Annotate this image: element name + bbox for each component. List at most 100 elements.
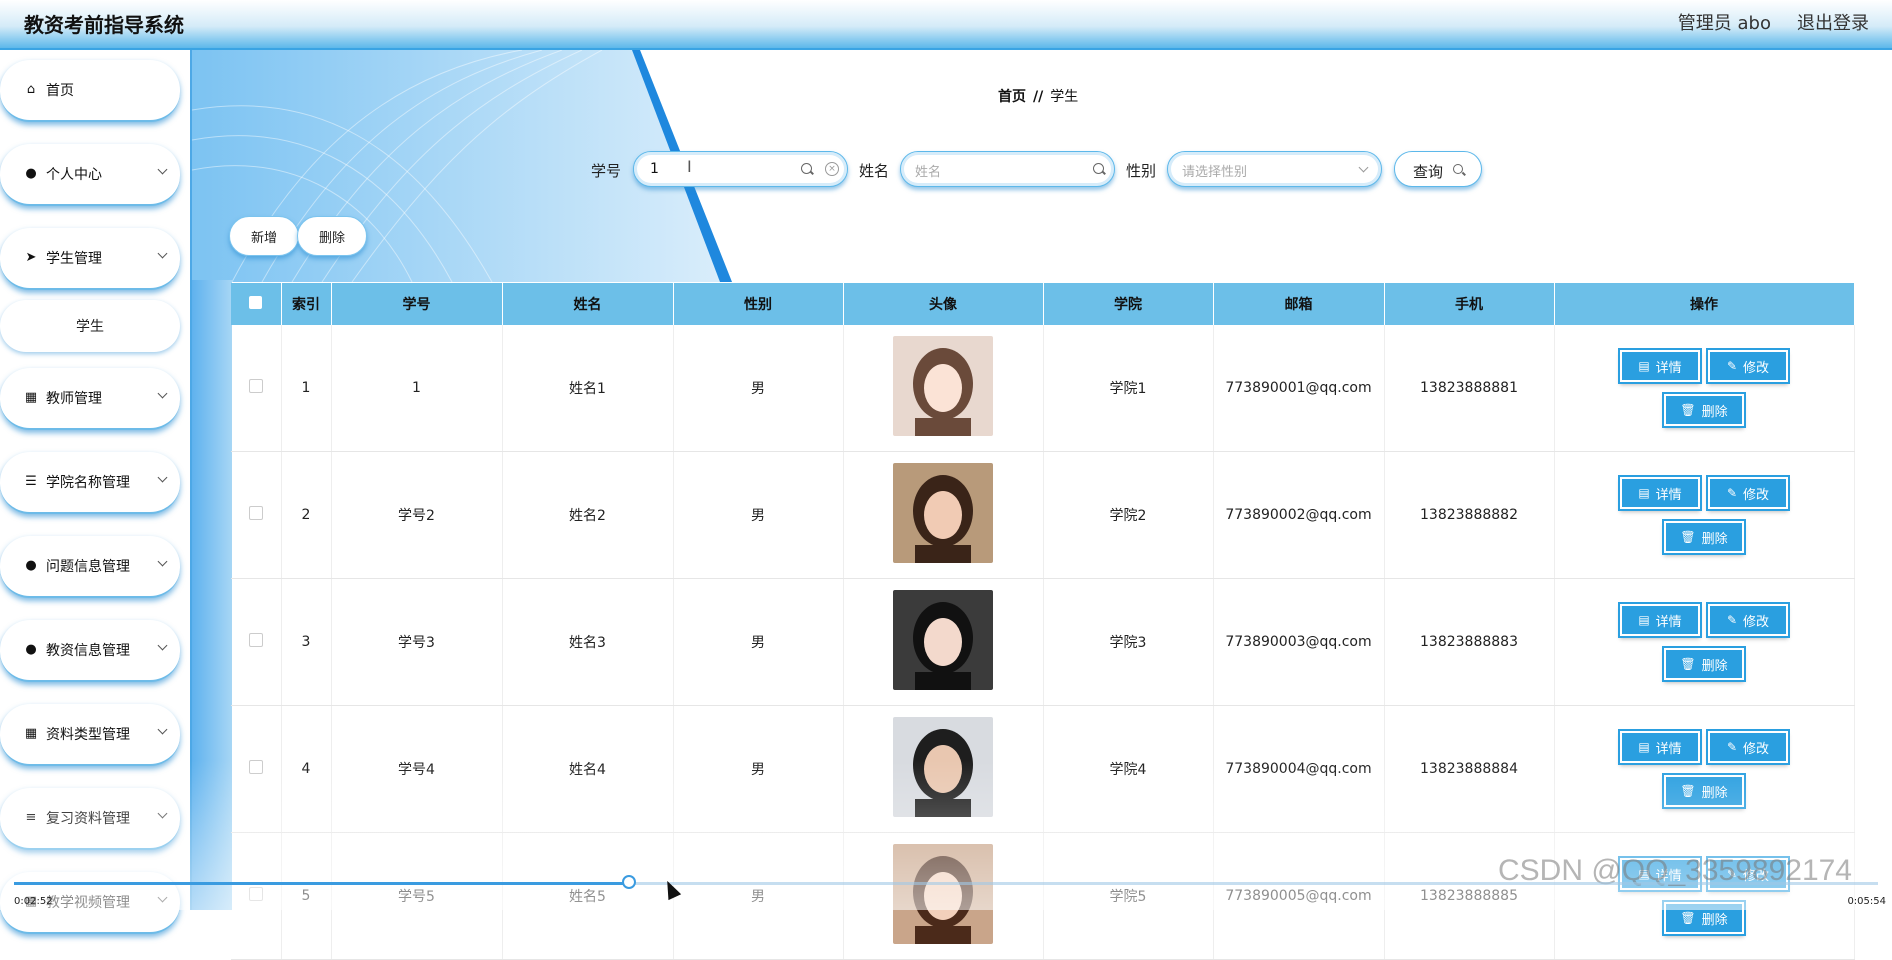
phone-cell: 13823888881 <box>1384 325 1555 452</box>
chevron-down-icon <box>157 472 168 483</box>
search-icon <box>1453 164 1463 174</box>
table-row: 5 学号5 姓名5 男学院5 773890005@qq.com 13823888885 ▤ 详… <box>231 832 1855 960</box>
app-title: 教资考前指导系统 <box>24 13 184 37</box>
edit-button-label: 修改 <box>1743 741 1770 757</box>
select-all-cell[interactable] <box>231 283 282 325</box>
name-cell: 姓名1 <box>502 325 674 452</box>
add-button[interactable]: 新增 <box>229 216 299 256</box>
sidebar-item-colleges[interactable]: ☰ 学院名称管理 <box>0 452 180 514</box>
row-select-cell[interactable] <box>231 325 282 452</box>
home-icon: ⌂ <box>26 82 36 97</box>
trash-icon: 🗑 <box>1680 911 1696 925</box>
email-cell: 773890003@qq.com <box>1213 578 1385 706</box>
chevron-down-icon <box>157 164 168 175</box>
breadcrumb-home[interactable]: 首页 <box>998 89 1026 105</box>
delete-button[interactable]: 🗑 删除 <box>1664 902 1744 934</box>
sidebar-item-cert-info[interactable]: ● 教资信息管理 <box>0 620 180 682</box>
sidebar-item-review-materials[interactable]: ≡ 复习资料管理 <box>0 788 180 850</box>
college-cell: 学院5 <box>1043 832 1214 960</box>
avatar <box>893 336 993 436</box>
trash-icon: 🗑 <box>1680 784 1696 798</box>
avatar-cell <box>843 578 1044 706</box>
edit-button[interactable]: ✎ 修改 <box>1708 731 1788 763</box>
edit-icon: ✎ <box>1726 359 1738 373</box>
column-header: 手机 <box>1384 283 1555 325</box>
email-cell: 773890005@qq.com <box>1213 832 1385 960</box>
detail-button[interactable]: ▤ 详情 <box>1620 477 1700 509</box>
detail-button[interactable]: ▤ 详情 <box>1620 604 1700 636</box>
sidebar-item-material-types[interactable]: ▦ 资料类型管理 <box>0 704 180 766</box>
college-cell: 学院3 <box>1043 578 1214 706</box>
edit-button[interactable]: ✎ 修改 <box>1708 477 1788 509</box>
delete-button[interactable]: 🗑 删除 <box>1664 775 1744 807</box>
trash-icon: 🗑 <box>1680 530 1696 544</box>
sidebar-item-profile[interactable]: ● 个人中心 <box>0 144 180 206</box>
sidebar-item-questions[interactable]: ● 问题信息管理 <box>0 536 180 598</box>
select-all-checkbox[interactable] <box>249 295 263 309</box>
phone-cell: 13823888883 <box>1384 578 1555 706</box>
video-progress-fill <box>14 882 629 885</box>
student-id-input[interactable]: 1 × <box>633 151 848 187</box>
delete-button-label: 删除 <box>1701 404 1728 420</box>
query-button[interactable]: 查询 <box>1394 151 1482 187</box>
sidebar-item-teachers[interactable]: ▦ 教师管理 <box>0 368 180 430</box>
gender-cell: 男 <box>673 451 844 579</box>
chevron-down-icon <box>157 388 168 399</box>
edit-button[interactable]: ✎ 修改 <box>1708 604 1788 636</box>
delete-button[interactable]: 🗑 删除 <box>1664 648 1744 680</box>
delete-button[interactable]: 🗑 删除 <box>1664 394 1744 426</box>
row-checkbox[interactable] <box>248 633 263 647</box>
phone-cell: 13823888885 <box>1384 832 1555 960</box>
row-select-cell[interactable] <box>231 832 282 960</box>
batch-delete-button[interactable]: 删除 <box>297 216 367 256</box>
row-checkbox[interactable] <box>248 379 263 393</box>
name-placeholder: 姓名 <box>915 165 942 180</box>
breadcrumb: 首页 // 学生 <box>998 86 1078 106</box>
column-header: 操作 <box>1554 283 1855 325</box>
edit-button-label: 修改 <box>1743 487 1770 503</box>
detail-button-label: 详情 <box>1655 614 1682 630</box>
avatar <box>893 844 993 944</box>
delete-button-label: 删除 <box>1701 785 1728 801</box>
operations-cell: ▤ 详情 ✎ 修改 🗑 删除 <box>1554 451 1855 579</box>
edit-icon: ✎ <box>1726 740 1738 754</box>
edit-button[interactable]: ✎ 修改 <box>1708 350 1788 382</box>
gender-select[interactable]: 请选择性别 <box>1167 151 1382 187</box>
name-cell: 姓名3 <box>502 578 674 706</box>
table-row: 3 学号3 姓名3 男 学院3 773890003@qq.com 13823888883 ▤ 详… <box>231 578 1855 706</box>
gender-cell: 男 <box>673 578 844 706</box>
detail-button[interactable]: ▤ 详情 <box>1620 731 1700 763</box>
chevron-down-icon <box>157 640 168 651</box>
logout-link[interactable]: 退出登录 <box>1797 9 1869 35</box>
query-button-label: 查询 <box>1413 163 1444 181</box>
user-icon: ● <box>25 166 37 181</box>
gender-cell: 男 <box>673 832 844 960</box>
avatar <box>893 463 993 563</box>
video-progress-handle[interactable] <box>622 875 636 889</box>
avatar-cell <box>843 325 1044 452</box>
row-checkbox[interactable] <box>248 506 263 520</box>
search-icon <box>801 163 812 174</box>
sidebar-subitem-student[interactable]: 学生 <box>0 300 180 352</box>
name-input[interactable]: 姓名 <box>900 151 1115 187</box>
delete-button[interactable]: 🗑 删除 <box>1664 521 1744 553</box>
row-checkbox[interactable] <box>248 887 263 901</box>
grid-icon: ▦ <box>24 390 38 405</box>
row-checkbox[interactable] <box>248 760 263 774</box>
detail-button-label: 详情 <box>1655 487 1682 503</box>
sliders-icon: ☰ <box>25 474 37 489</box>
name-cell: 姓名2 <box>502 451 674 579</box>
detail-button[interactable]: ▤ 详情 <box>1620 350 1700 382</box>
clear-icon[interactable]: × <box>825 162 839 176</box>
list-icon: ≡ <box>25 810 37 825</box>
sidebar-item-students[interactable]: ➤ 学生管理 <box>0 228 180 290</box>
college-cell: 学院4 <box>1043 705 1214 833</box>
chevron-down-icon <box>157 248 168 259</box>
row-select-cell[interactable] <box>231 451 282 579</box>
table-row: 4 学号4 姓名4 男 学院4 773890004@qq.com 13823888884 ▤ 详… <box>231 705 1855 833</box>
chevron-down-icon <box>1358 162 1369 173</box>
phone-cell: 13823888882 <box>1384 451 1555 579</box>
sidebar-item-home[interactable]: ⌂ 首页 <box>0 60 180 122</box>
row-select-cell[interactable] <box>231 578 282 706</box>
row-select-cell[interactable] <box>231 705 282 833</box>
